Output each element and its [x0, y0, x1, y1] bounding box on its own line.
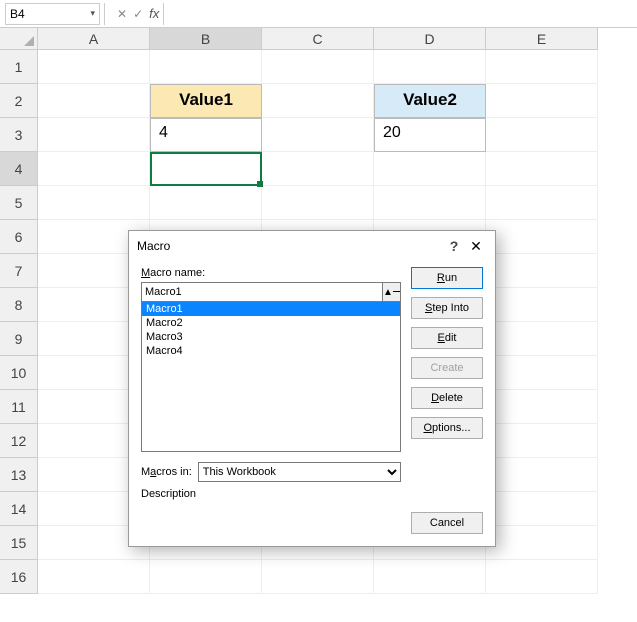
macro-list-item[interactable]: Macro2 — [142, 316, 400, 330]
cell-A2[interactable] — [38, 84, 150, 118]
name-box[interactable]: B4 ▾ — [5, 3, 100, 25]
cell-E5[interactable] — [486, 186, 598, 220]
row-header-1[interactable]: 1 — [0, 50, 38, 84]
row-header-8[interactable]: 8 — [0, 288, 38, 322]
row-header-14[interactable]: 14 — [0, 492, 38, 526]
cell-A5[interactable] — [38, 186, 150, 220]
cell-B5[interactable] — [150, 186, 262, 220]
macros-in-select[interactable]: This Workbook — [198, 462, 401, 482]
cell-B4[interactable] — [150, 152, 262, 186]
column-header-D[interactable]: D — [374, 28, 486, 50]
macro-list-item[interactable]: Macro3 — [142, 330, 400, 344]
cell-D3[interactable]: 20 — [374, 118, 486, 152]
cell-E10[interactable] — [486, 356, 598, 390]
macro-list-item[interactable]: Macro1 — [142, 302, 400, 316]
cell-E11[interactable] — [486, 390, 598, 424]
dialog-title: Macro — [137, 239, 443, 253]
close-icon[interactable]: ✕ — [465, 238, 487, 255]
cell-E14[interactable] — [486, 492, 598, 526]
name-box-value: B4 — [10, 7, 90, 21]
row-header-6[interactable]: 6 — [0, 220, 38, 254]
cell-D4[interactable] — [374, 152, 486, 186]
cell-D2[interactable]: Value2 — [374, 84, 486, 118]
row-header-16[interactable]: 16 — [0, 560, 38, 594]
help-icon[interactable]: ? — [443, 238, 465, 254]
row-header-4[interactable]: 4 — [0, 152, 38, 186]
column-header-A[interactable]: A — [38, 28, 150, 50]
macros-in-label: Macros in: — [141, 466, 192, 478]
confirm-formula-icon[interactable]: ✓ — [133, 7, 143, 21]
cell-D16[interactable] — [374, 560, 486, 594]
cell-E16[interactable] — [486, 560, 598, 594]
row-header-5[interactable]: 5 — [0, 186, 38, 220]
macro-name-label: Macro name: — [141, 267, 401, 279]
column-header-C[interactable]: C — [262, 28, 374, 50]
cell-C1[interactable] — [262, 50, 374, 84]
dialog-titlebar[interactable]: Macro ? ✕ — [129, 231, 495, 261]
cell-A3[interactable] — [38, 118, 150, 152]
cell-D5[interactable] — [374, 186, 486, 220]
cell-B2[interactable]: Value1 — [150, 84, 262, 118]
cell-E3[interactable] — [486, 118, 598, 152]
cancel-button[interactable]: Cancel — [411, 512, 483, 534]
run-button[interactable]: Run — [411, 267, 483, 289]
row-header-11[interactable]: 11 — [0, 390, 38, 424]
cell-C5[interactable] — [262, 186, 374, 220]
cancel-formula-icon[interactable]: ✕ — [117, 7, 127, 21]
cell-E2[interactable] — [486, 84, 598, 118]
column-header-row: A B C D E — [0, 28, 637, 50]
formula-bar: B4 ▾ ✕ ✓ fx — [0, 0, 637, 28]
cell-A4[interactable] — [38, 152, 150, 186]
column-header-B[interactable]: B — [150, 28, 262, 50]
cell-B16[interactable] — [150, 560, 262, 594]
macro-list-item[interactable]: Macro4 — [142, 344, 400, 358]
cell-E6[interactable] — [486, 220, 598, 254]
separator — [104, 3, 105, 25]
scroll-top-icon[interactable]: ▲ — [383, 282, 401, 302]
delete-button[interactable]: Delete — [411, 387, 483, 409]
cell-B1[interactable] — [150, 50, 262, 84]
macro-dialog: Macro ? ✕ Macro name: ▲ Macro1 Macro2 Ma… — [128, 230, 496, 547]
cell-E1[interactable] — [486, 50, 598, 84]
cell-E7[interactable] — [486, 254, 598, 288]
cell-C16[interactable] — [262, 560, 374, 594]
separator — [163, 3, 164, 25]
row-header-12[interactable]: 12 — [0, 424, 38, 458]
cell-D1[interactable] — [374, 50, 486, 84]
cell-E9[interactable] — [486, 322, 598, 356]
macro-list[interactable]: Macro1 Macro2 Macro3 Macro4 — [141, 302, 401, 452]
row-header-10[interactable]: 10 — [0, 356, 38, 390]
row-header-2[interactable]: 2 — [0, 84, 38, 118]
row-header-7[interactable]: 7 — [0, 254, 38, 288]
cell-E13[interactable] — [486, 458, 598, 492]
cell-E12[interactable] — [486, 424, 598, 458]
select-all-corner[interactable] — [0, 28, 38, 50]
formula-controls: ✕ ✓ fx — [117, 6, 159, 21]
insert-function-button[interactable]: fx — [149, 6, 159, 21]
chevron-down-icon[interactable]: ▾ — [90, 8, 95, 19]
macro-name-input[interactable] — [141, 282, 383, 302]
cell-C3[interactable] — [262, 118, 374, 152]
cell-A1[interactable] — [38, 50, 150, 84]
step-into-button[interactable]: Step Into — [411, 297, 483, 319]
cell-A16[interactable] — [38, 560, 150, 594]
row-header-3[interactable]: 3 — [0, 118, 38, 152]
row-header-9[interactable]: 9 — [0, 322, 38, 356]
row-header-13[interactable]: 13 — [0, 458, 38, 492]
create-button: Create — [411, 357, 483, 379]
cell-E15[interactable] — [486, 526, 598, 560]
cell-B3[interactable]: 4 — [150, 118, 262, 152]
cell-C2[interactable] — [262, 84, 374, 118]
description-label: Description — [141, 488, 401, 500]
row-header-15[interactable]: 15 — [0, 526, 38, 560]
edit-button[interactable]: Edit — [411, 327, 483, 349]
cell-C4[interactable] — [262, 152, 374, 186]
column-header-E[interactable]: E — [486, 28, 598, 50]
options-button[interactable]: Options... — [411, 417, 483, 439]
cell-E4[interactable] — [486, 152, 598, 186]
cell-E8[interactable] — [486, 288, 598, 322]
